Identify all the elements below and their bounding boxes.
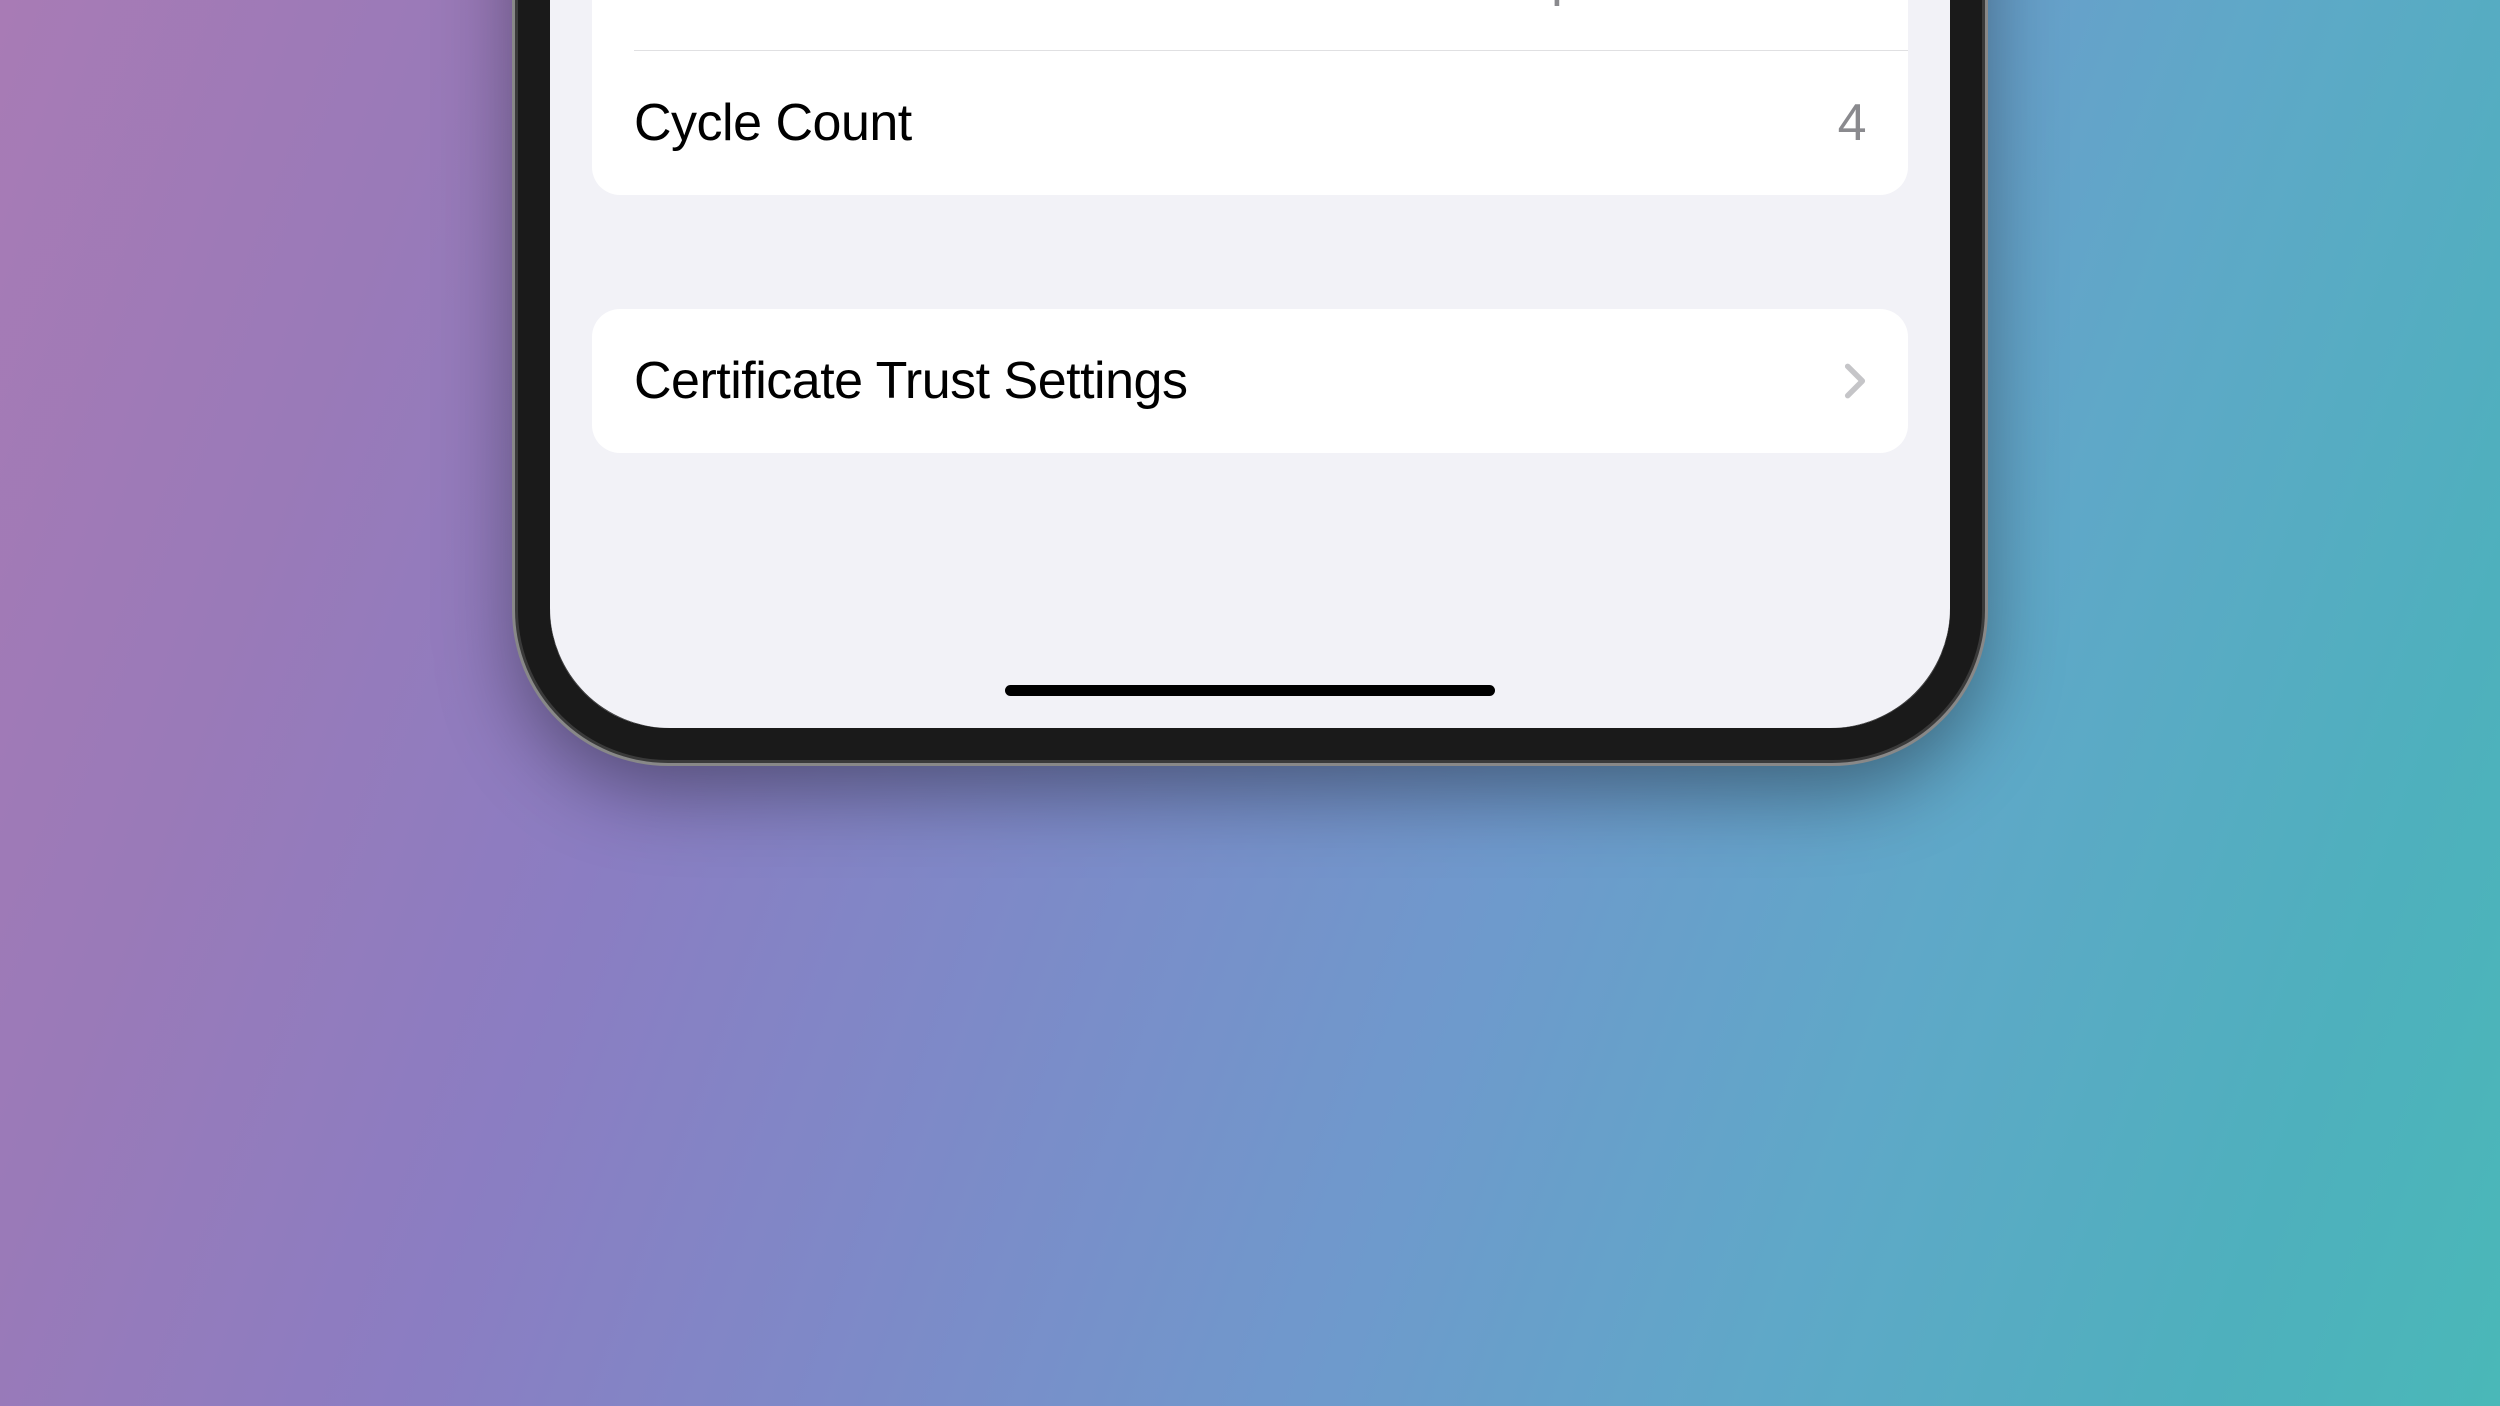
certificate-trust-settings-row[interactable]: Certificate Trust Settings bbox=[592, 309, 1908, 453]
certificate-trust-settings-label: Certificate Trust Settings bbox=[634, 351, 1187, 411]
settings-screen: BATTERY Manufacture Date August 2023 Fir… bbox=[550, 0, 1950, 728]
first-use-row: First Use September 2023 bbox=[592, 0, 1908, 50]
battery-info-card: Manufacture Date August 2023 First Use S… bbox=[592, 0, 1908, 195]
certificate-trust-card: Certificate Trust Settings bbox=[592, 309, 1908, 453]
section-gap bbox=[582, 195, 1918, 309]
first-use-value: September 2023 bbox=[1489, 0, 1867, 8]
chevron-right-icon bbox=[1844, 362, 1866, 400]
cycle-count-value: 4 bbox=[1838, 93, 1866, 153]
first-use-label: First Use bbox=[634, 0, 838, 8]
row-right bbox=[1844, 362, 1866, 400]
home-indicator[interactable] bbox=[1005, 685, 1495, 696]
cycle-count-row: Cycle Count 4 bbox=[592, 51, 1908, 195]
cycle-count-label: Cycle Count bbox=[634, 93, 912, 153]
phone-frame: BATTERY Manufacture Date August 2023 Fir… bbox=[518, 0, 1982, 760]
